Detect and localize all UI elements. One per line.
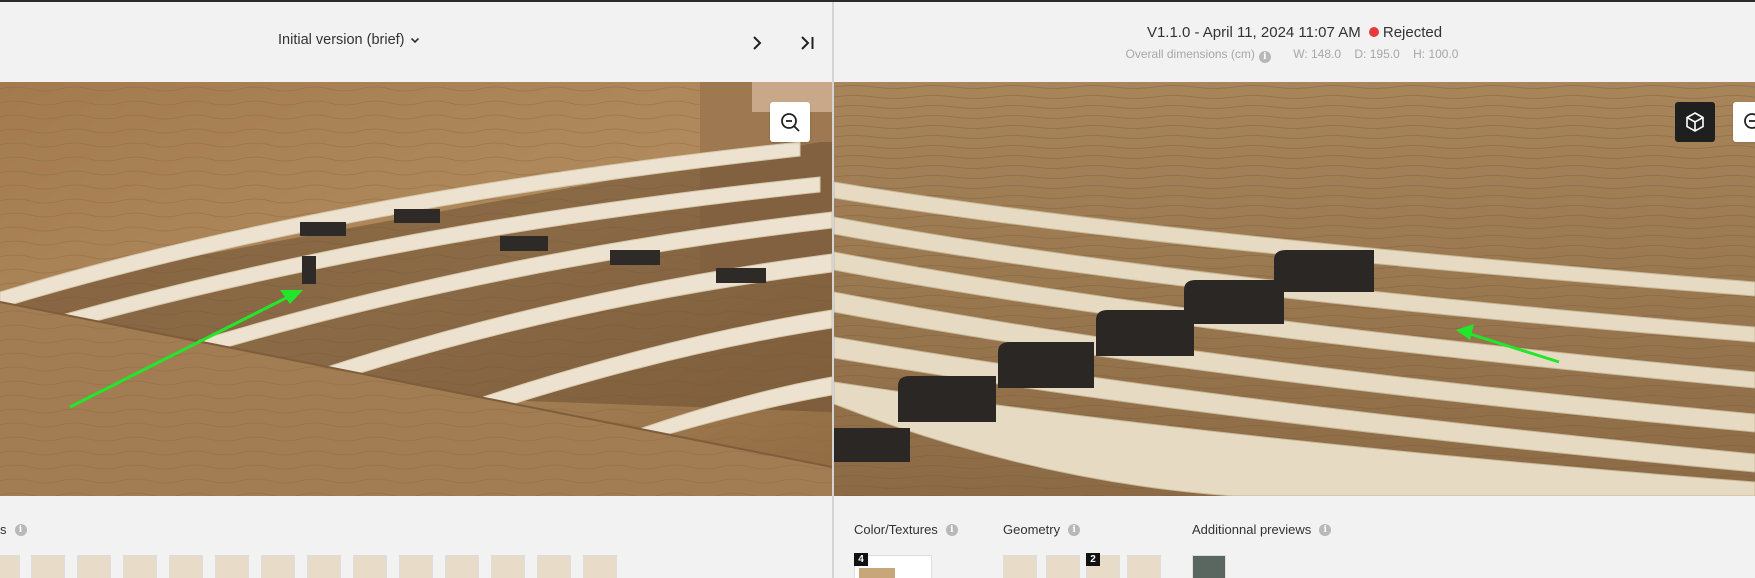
left-preview-image[interactable] [0,82,832,496]
bed-slats-render-left [0,82,832,496]
version-dropdown-label: Initial version (brief) [278,32,405,48]
geometry-thumbnail[interactable] [1003,555,1037,578]
additional-previews-section: Additionnal previews i [1192,522,1332,537]
info-icon[interactable]: i [1258,51,1271,63]
left-header: Initial version (brief) [0,2,832,82]
zoom-out-button[interactable] [770,102,810,142]
version-dropdown[interactable]: Initial version (brief) [278,32,421,48]
left-comparison-pane: Initial version (brief) s i [0,2,832,578]
zoom-out-button[interactable] [1733,102,1755,142]
left-section-label: s i [0,522,27,537]
thumbnail[interactable] [537,555,571,578]
thumbnail[interactable] [261,555,295,578]
thumbnail[interactable] [583,555,617,578]
left-bottom-panel: s i [0,496,832,578]
next-version-button[interactable] [747,33,767,53]
info-icon[interactable]: i [14,523,27,536]
thumbnail[interactable] [169,555,203,578]
count-badge: 2 [1086,553,1100,566]
geometry-thumbnail[interactable] [1127,555,1161,578]
thumbnail[interactable] [399,555,433,578]
dimensions-label: Overall dimensions (cm) [1125,47,1255,61]
zoom-out-icon [781,113,800,132]
last-version-button[interactable] [798,33,818,53]
height-value: H: 100.0 [1413,47,1459,61]
info-icon[interactable]: i [1319,523,1332,536]
info-icon[interactable]: i [1068,523,1081,536]
next-icon [753,36,762,50]
preview-thumbnail[interactable] [1192,555,1226,578]
thumbnail[interactable] [0,555,20,578]
depth-value: D: 195.0 [1354,47,1400,61]
3d-view-button[interactable] [1675,102,1715,142]
right-header: V1.1.0 - April 11, 2024 11:07 AM Rejecte… [834,2,1755,82]
thumbnail[interactable] [123,555,157,578]
thumbnail[interactable] [445,555,479,578]
geometry-section: Geometry i [1003,522,1081,537]
width-value: W: 148.0 [1293,47,1342,61]
thumbnail[interactable] [491,555,525,578]
right-comparison-pane: V1.1.0 - April 11, 2024 11:07 AM Rejecte… [834,2,1755,578]
thumbnail[interactable] [307,555,341,578]
thumbnail[interactable] [77,555,111,578]
bed-slats-render-right [834,82,1755,496]
color-textures-section: Color/Textures i [854,522,958,537]
geometry-thumbnail[interactable] [1046,555,1080,578]
last-icon [801,36,814,50]
thumbnail[interactable] [353,555,387,578]
status-dot [1368,27,1379,37]
zoom-out-icon [1744,113,1755,129]
version-title: V1.1.0 - April 11, 2024 11:07 AM Rejecte… [834,24,1755,41]
count-badge: 4 [854,553,868,566]
version-label: V1.1.0 - April 11, 2024 11:07 AM [1146,24,1361,41]
cube-icon [1686,112,1704,132]
right-bottom-panel: Color/Textures i 4 Geometry i 2 Addition… [834,496,1755,578]
info-icon[interactable]: i [945,523,958,536]
chevron-down-icon [410,37,419,44]
thumbnail[interactable] [31,555,65,578]
thumbnail[interactable] [215,555,249,578]
status-label: Rejected [1382,24,1443,41]
dimensions-row: Overall dimensions (cm) i W: 148.0 D: 195… [834,47,1755,63]
right-preview-image[interactable] [834,82,1755,496]
